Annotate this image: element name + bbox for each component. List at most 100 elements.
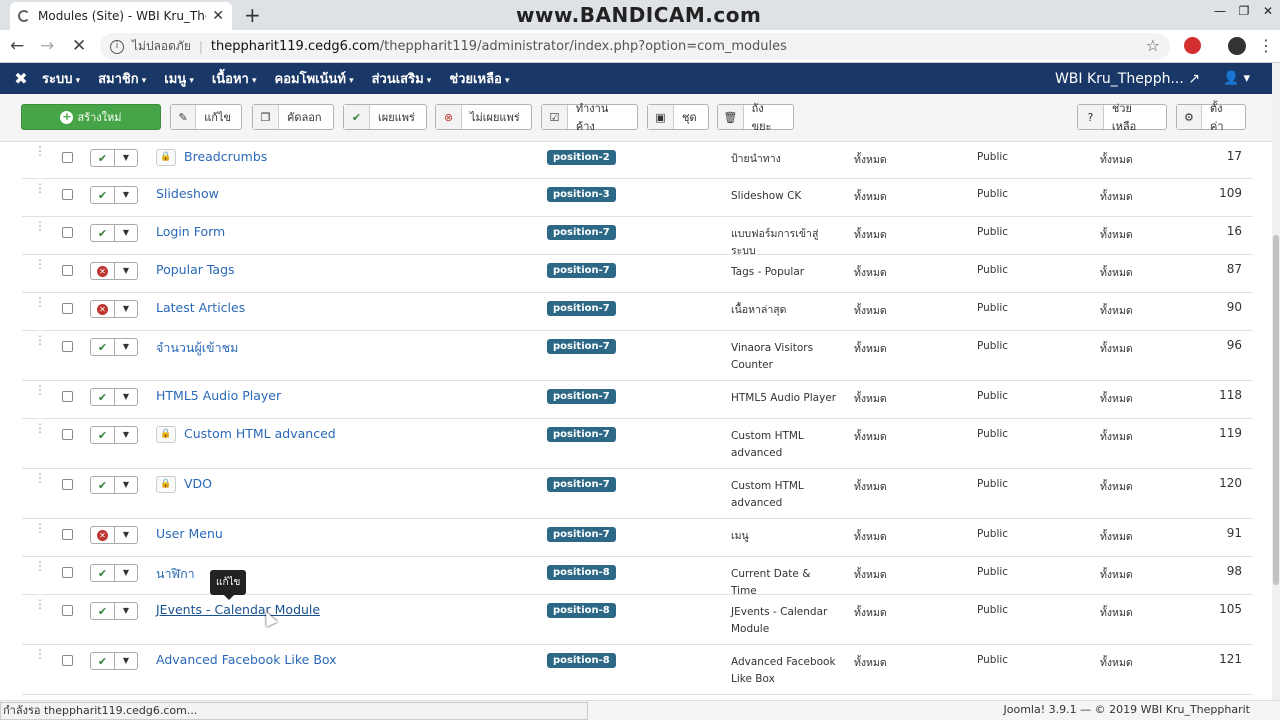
module-title-link[interactable]: JEvents - Calendar Module — [156, 602, 320, 617]
module-title-link[interactable]: Advanced Facebook Like Box — [156, 652, 337, 667]
position-badge[interactable]: position-7 — [547, 427, 616, 442]
module-title-link[interactable]: Custom HTML advanced — [184, 426, 336, 441]
published-icon[interactable]: ✔ — [91, 389, 115, 405]
new-tab-button[interactable]: + — [244, 3, 261, 27]
position-badge[interactable]: position-7 — [547, 225, 616, 240]
publish-button[interactable]: ✔ เผยแพร่ — [343, 104, 427, 130]
unpublished-icon[interactable]: ✕ — [91, 263, 115, 279]
maximize-button[interactable]: ❐ — [1232, 0, 1256, 24]
menu-components[interactable]: คอมโพเน้นท์ — [275, 68, 354, 89]
status-toggle[interactable]: ✔ ▼ — [90, 224, 138, 242]
published-icon[interactable]: ✔ — [91, 339, 115, 355]
status-toggle[interactable]: ✔ ▼ — [90, 388, 138, 406]
drag-handle-icon[interactable]: ⋮ — [34, 296, 46, 308]
published-icon[interactable]: ✔ — [91, 427, 115, 443]
trash-button[interactable]: 🗑 ถังขยะ — [717, 102, 794, 133]
module-title-link[interactable]: Login Form — [156, 224, 225, 239]
position-badge[interactable]: position-8 — [547, 565, 616, 580]
published-icon[interactable]: ✔ — [91, 603, 115, 619]
status-toggle[interactable]: ✔ ▼ — [90, 338, 138, 356]
chevron-down-icon[interactable]: ▼ — [115, 653, 137, 669]
extension-icon[interactable] — [1184, 37, 1201, 54]
minimize-button[interactable]: — — [1208, 0, 1232, 24]
checkin-button[interactable]: ☑ ทำงานค้าง — [541, 102, 638, 133]
site-link[interactable]: WBI Kru_Thepph... ↗ — [1055, 71, 1200, 87]
row-checkbox[interactable] — [62, 655, 73, 666]
position-badge[interactable]: position-8 — [547, 603, 616, 618]
position-badge[interactable]: position-7 — [547, 389, 616, 404]
unpublished-icon[interactable]: ✕ — [91, 301, 115, 317]
row-checkbox[interactable] — [62, 341, 73, 352]
drag-handle-icon[interactable]: ⋮ — [34, 648, 46, 660]
drag-handle-icon[interactable]: ⋮ — [34, 422, 46, 434]
position-badge[interactable]: position-7 — [547, 301, 616, 316]
module-title-link[interactable]: Slideshow — [156, 186, 219, 201]
drag-handle-icon[interactable]: ⋮ — [34, 334, 46, 346]
chevron-down-icon[interactable]: ▼ — [115, 339, 137, 355]
drag-handle-icon[interactable]: ⋮ — [34, 258, 46, 270]
row-checkbox[interactable] — [62, 429, 73, 440]
browser-tab[interactable]: Modules (Site) - WBI Kru_Thepph ✕ — [10, 2, 232, 30]
stop-button[interactable]: ✕ — [72, 36, 86, 56]
row-checkbox[interactable] — [62, 567, 73, 578]
chevron-down-icon[interactable]: ▼ — [115, 150, 137, 166]
module-title-link[interactable]: Popular Tags — [156, 262, 235, 277]
row-checkbox[interactable] — [62, 529, 73, 540]
status-toggle[interactable]: ✔ ▼ — [90, 564, 138, 582]
row-checkbox[interactable] — [62, 605, 73, 616]
drag-handle-icon[interactable]: ⋮ — [34, 220, 46, 232]
published-icon[interactable]: ✔ — [91, 653, 115, 669]
address-bar[interactable]: i ไม่ปลอดภัย | theppharit119.cedg6.com/t… — [100, 33, 1170, 60]
chevron-down-icon[interactable]: ▼ — [115, 389, 137, 405]
menu-extensions[interactable]: ส่วนเสริม — [372, 68, 432, 89]
row-checkbox[interactable] — [62, 391, 73, 402]
drag-handle-icon[interactable]: ⋮ — [34, 598, 46, 610]
position-badge[interactable]: position-8 — [547, 653, 616, 668]
chevron-down-icon[interactable]: ▼ — [115, 225, 137, 241]
row-checkbox[interactable] — [62, 227, 73, 238]
status-toggle[interactable]: ✔ ▼ — [90, 652, 138, 670]
module-title-link[interactable]: Latest Articles — [156, 300, 245, 315]
close-window-button[interactable]: ✕ — [1256, 0, 1280, 24]
position-badge[interactable]: position-7 — [547, 477, 616, 492]
status-toggle[interactable]: ✔ ▼ — [90, 186, 138, 204]
status-toggle[interactable]: ✔ ▼ — [90, 602, 138, 620]
status-toggle[interactable]: ✕ ▼ — [90, 300, 138, 318]
drag-handle-icon[interactable]: ⋮ — [34, 384, 46, 396]
chevron-down-icon[interactable]: ▼ — [115, 427, 137, 443]
module-title-link[interactable]: User Menu — [156, 526, 223, 541]
position-badge[interactable]: position-7 — [547, 527, 616, 542]
drag-handle-icon[interactable]: ⋮ — [34, 560, 46, 572]
position-badge[interactable]: position-7 — [547, 263, 616, 278]
status-toggle[interactable]: ✔ ▼ — [90, 149, 138, 167]
menu-system[interactable]: ระบบ — [42, 68, 80, 89]
chevron-down-icon[interactable]: ▼ — [115, 527, 137, 543]
module-title-link[interactable]: จำนวนผู้เข้าชม — [156, 338, 238, 358]
tab-close-icon[interactable]: ✕ — [212, 8, 224, 24]
unpublish-button[interactable]: ⊗ ไม่เผยแพร่ — [435, 104, 532, 130]
drag-handle-icon[interactable]: ⋮ — [34, 472, 46, 484]
copy-button[interactable]: ❐ คัดลอก — [252, 104, 334, 130]
lock-icon[interactable]: 🔒 — [156, 476, 176, 493]
row-checkbox[interactable] — [62, 479, 73, 490]
chevron-down-icon[interactable]: ▼ — [115, 603, 137, 619]
published-icon[interactable]: ✔ — [91, 187, 115, 203]
status-toggle[interactable]: ✔ ▼ — [90, 426, 138, 444]
row-checkbox[interactable] — [62, 152, 73, 163]
position-badge[interactable]: position-3 — [547, 187, 616, 202]
unpublished-icon[interactable]: ✕ — [91, 527, 115, 543]
chevron-down-icon[interactable]: ▼ — [115, 263, 137, 279]
chevron-down-icon[interactable]: ▼ — [115, 187, 137, 203]
menu-content[interactable]: เนื้อหา — [212, 68, 257, 89]
browser-menu-icon[interactable]: ⋮ — [1258, 36, 1274, 55]
drag-handle-icon[interactable]: ⋮ — [34, 145, 46, 157]
published-icon[interactable]: ✔ — [91, 477, 115, 493]
status-toggle[interactable]: ✔ ▼ — [90, 476, 138, 494]
profile-avatar[interactable] — [1228, 37, 1246, 55]
published-icon[interactable]: ✔ — [91, 225, 115, 241]
options-button[interactable]: ⚙ ตั้งค่า — [1176, 102, 1246, 133]
user-menu[interactable]: 👤 ▾ — [1223, 71, 1250, 86]
bookmark-star-icon[interactable]: ☆ — [1146, 36, 1160, 55]
menu-help[interactable]: ช่วยเหลือ — [449, 68, 509, 89]
drag-handle-icon[interactable]: ⋮ — [34, 522, 46, 534]
